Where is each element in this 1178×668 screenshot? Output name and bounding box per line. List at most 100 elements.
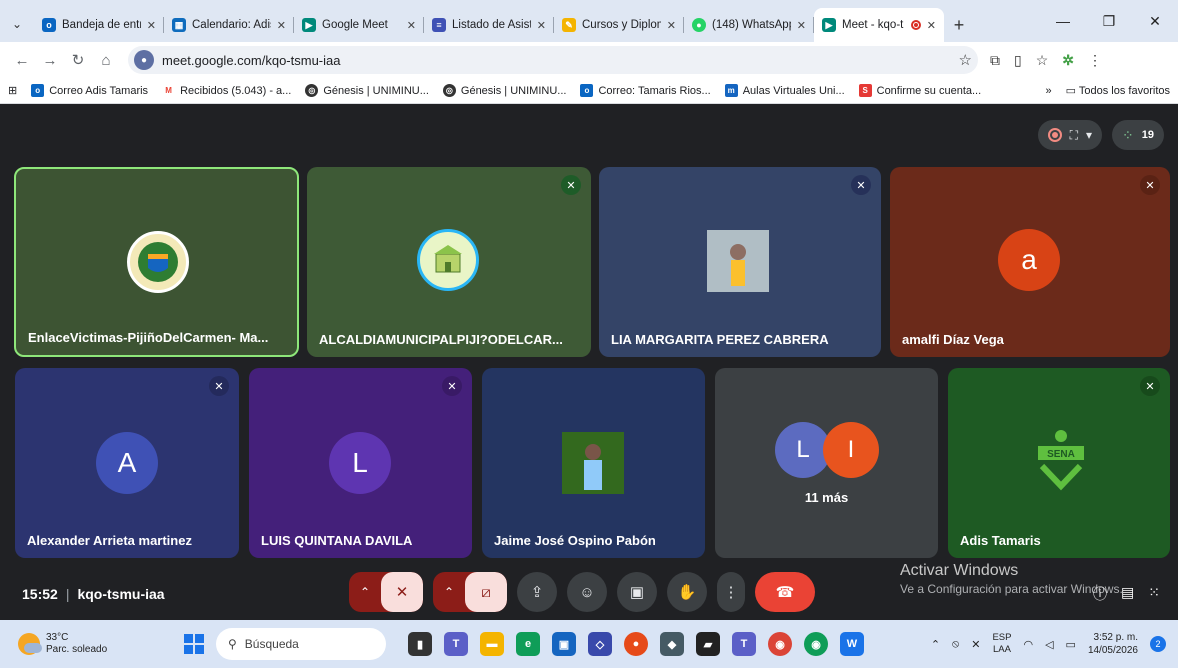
close-icon[interactable]: ✕ — [927, 19, 936, 32]
tab-search-chevron-icon[interactable]: ⌄ — [0, 6, 34, 42]
taskbar-search[interactable]: ⚲ Búsqueda — [216, 628, 386, 660]
close-icon[interactable]: ✕ — [407, 19, 416, 32]
word-icon[interactable]: W — [840, 632, 864, 656]
volume-icon[interactable]: ◁ — [1045, 638, 1053, 651]
back-icon[interactable]: ← — [8, 52, 36, 69]
close-window-icon[interactable]: ✕ — [1132, 13, 1178, 30]
keyboard-layout: LAA — [992, 644, 1011, 655]
wifi-icon[interactable]: ◠ — [1023, 638, 1033, 651]
weather-widget[interactable]: 33°C Parc. soleado — [18, 632, 158, 656]
mic-options-chevron-icon[interactable]: ⌃ — [349, 572, 381, 612]
store-icon[interactable]: ▣ — [552, 632, 576, 656]
location-icon[interactable]: ⦸ — [952, 638, 959, 651]
edge-icon[interactable]: e — [516, 632, 540, 656]
avatar-initial: I — [823, 422, 879, 478]
participants-button[interactable]: ⁘ 19 — [1112, 120, 1164, 150]
home-icon[interactable]: ⌂ — [92, 52, 120, 69]
bookmark-item[interactable]: M Recibidos (5.043) - a... — [162, 84, 291, 97]
task-view-icon[interactable]: ▮ — [408, 632, 432, 656]
participant-tile[interactable]: ✕ SENA Adis Tamaris — [948, 368, 1170, 558]
participant-tile[interactable]: ✕ L LUIS QUINTANA DAVILA — [249, 368, 472, 558]
calendar-icon: ▦ — [172, 18, 186, 32]
chrome-profile-icon[interactable]: ◉ — [804, 632, 828, 656]
info-icon[interactable]: ⓘ — [1093, 584, 1107, 604]
tab-whatsapp[interactable]: ● (148) WhatsApp ✕ — [684, 8, 814, 42]
close-icon[interactable]: ✕ — [537, 19, 546, 32]
tab-google-meet[interactable]: ▶ Google Meet ✕ — [294, 8, 424, 42]
security-icon[interactable]: ◇ — [588, 632, 612, 656]
close-icon[interactable]: ✕ — [797, 19, 806, 32]
game-icon[interactable]: ◆ — [660, 632, 684, 656]
tab-outlook[interactable]: o Bandeja de entra ✕ — [34, 8, 164, 42]
close-icon[interactable]: ✕ — [667, 19, 676, 32]
mic-off-icon: ✕ — [851, 175, 871, 195]
tab-meet-active[interactable]: ▶ Meet - kqo-t ✕ — [814, 8, 944, 42]
firefox-icon[interactable]: ● — [624, 632, 648, 656]
present-button[interactable]: ⇪ — [517, 572, 557, 612]
notification-badge[interactable]: 2 — [1150, 636, 1166, 652]
camera-options-chevron-icon[interactable]: ⌃ — [433, 572, 465, 612]
participant-tile[interactable]: Jaime José Ospino Pabón — [482, 368, 705, 558]
teams-icon[interactable]: T — [732, 632, 756, 656]
meeting-code: kqo-tsmu-iaa — [77, 586, 165, 602]
chrome-icon[interactable]: ◉ — [768, 632, 792, 656]
camera-toggle-button[interactable]: ⧄ — [465, 572, 507, 612]
battery-icon[interactable]: ▭ — [1066, 638, 1076, 651]
new-tab-button[interactable]: + — [944, 8, 974, 42]
chevron-up-icon[interactable]: ⌃ — [931, 638, 940, 651]
all-bookmarks-folder[interactable]: ▭ Todos los favoritos — [1066, 84, 1170, 97]
recording-pill[interactable]: ⛶ ▾ — [1037, 120, 1103, 150]
mic-muted-tray-icon[interactable]: ✕ — [971, 638, 980, 651]
windows-start-icon[interactable] — [184, 634, 204, 654]
participant-tile[interactable]: ✕ ALCALDIAMUNICIPALPIJI?ODELCAR... — [307, 167, 591, 357]
chat-icon[interactable]: ▤ — [1121, 584, 1134, 604]
captions-button[interactable]: ▣ — [617, 572, 657, 612]
more-participants-tile[interactable]: L I 11 más — [715, 368, 938, 558]
site-info-icon[interactable]: ● — [134, 50, 154, 70]
bookmark-star-icon[interactable]: ☆ — [959, 51, 972, 69]
menu-icon[interactable]: ⋮ — [1088, 52, 1102, 69]
raise-hand-button[interactable]: ✋ — [667, 572, 707, 612]
mic-toggle-button[interactable]: ✕ — [381, 572, 423, 612]
tab-forms[interactable]: ≡ Listado de Asiste ✕ — [424, 8, 554, 42]
captions-icon: ▣ — [629, 584, 645, 601]
bookmark-item[interactable]: o Correo Adis Tamaris — [31, 84, 148, 97]
extensions-icon[interactable]: ⧉ — [990, 52, 1000, 69]
minimize-icon[interactable]: — — [1040, 13, 1086, 29]
close-icon[interactable]: ✕ — [277, 19, 286, 32]
reload-icon[interactable]: ↻ — [64, 51, 92, 69]
avatar-initial: a — [998, 229, 1060, 291]
language-indicator[interactable]: ESP LAA — [992, 632, 1011, 656]
bookmark-item[interactable]: ◎ Génesis | UNIMINU... — [442, 84, 566, 97]
bookmark-item[interactable]: o Correo: Tamaris Rios... — [580, 84, 711, 97]
close-icon[interactable]: ✕ — [147, 19, 156, 32]
apps-grid-icon[interactable]: ⊞ — [8, 84, 17, 97]
forward-icon[interactable]: → — [36, 52, 64, 69]
participant-name: Adis Tamaris — [960, 533, 1041, 548]
bookmark-item[interactable]: m Aulas Virtuales Uni... — [724, 84, 845, 97]
restore-icon[interactable]: ❐ — [1086, 13, 1132, 30]
reactions-button[interactable]: ☺ — [567, 572, 607, 612]
tab-cursos[interactable]: ✎ Cursos y Diplom ✕ — [554, 8, 684, 42]
leave-call-button[interactable]: ☎ — [755, 572, 815, 612]
more-bookmarks-button[interactable]: » — [1046, 85, 1052, 97]
bookmark-item[interactable]: ◎ Génesis | UNIMINU... — [305, 84, 429, 97]
favorites-icon[interactable]: ☆ — [1036, 52, 1049, 69]
participant-name: Jaime José Ospino Pabón — [494, 533, 656, 548]
address-bar[interactable]: ● meet.google.com/kqo-tsmu-iaa ☆ — [128, 46, 978, 74]
terminal-icon[interactable]: ▰ — [696, 632, 720, 656]
clock[interactable]: 3:52 p. m. 14/05/2026 — [1088, 631, 1138, 657]
reading-list-icon[interactable]: ▯ — [1014, 52, 1022, 69]
participant-tile[interactable]: ✕ LIA MARGARITA PEREZ CABRERA — [599, 167, 881, 357]
more-options-button[interactable]: ⋮ — [717, 572, 745, 612]
participant-tile[interactable]: ✕ a amalfi Díaz Vega — [890, 167, 1170, 357]
browser-tab-strip: ⌄ o Bandeja de entra ✕ ▦ Calendario: Adi… — [0, 0, 1178, 42]
participant-tile[interactable]: EnlaceVictimas-PijiñoDelCarmen- Ma... — [14, 167, 299, 357]
profile-avatar[interactable]: ✲ — [1062, 52, 1074, 69]
activities-grid-icon[interactable]: ⁙ — [1148, 584, 1160, 604]
tab-calendar[interactable]: ▦ Calendario: Adis ✕ — [164, 8, 294, 42]
teams-icon[interactable]: T — [444, 632, 468, 656]
file-explorer-icon[interactable]: ▬ — [480, 632, 504, 656]
participant-tile[interactable]: ✕ A Alexander Arrieta martinez — [15, 368, 239, 558]
bookmark-item[interactable]: S Confirme su cuenta... — [858, 84, 981, 97]
